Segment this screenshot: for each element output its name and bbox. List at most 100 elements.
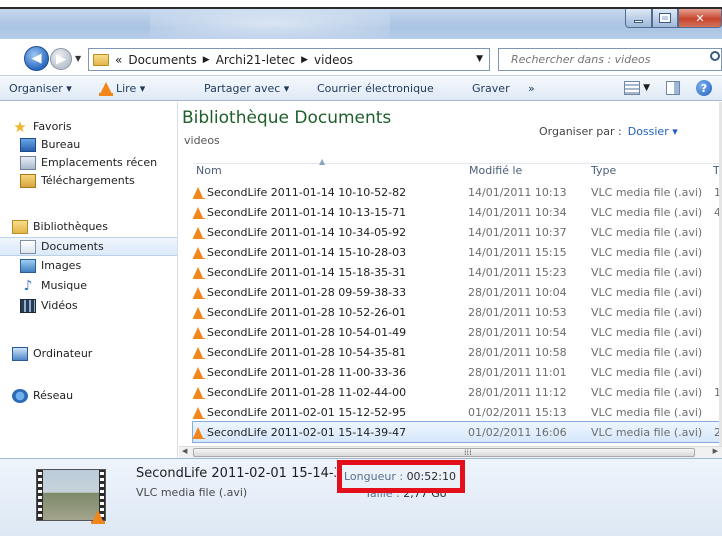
nav-videos[interactable]: Vidéos	[20, 296, 177, 315]
file-name: SecondLife 2011-01-28 11-00-33-36	[207, 365, 407, 379]
email-button[interactable]: Courrier électronique	[317, 82, 434, 95]
table-row[interactable]: SecondLife 2011-01-14 10-13-15-71 14/01/2…	[193, 202, 722, 222]
screen-top-strip	[0, 0, 722, 7]
back-button[interactable]: ◀	[24, 46, 49, 71]
file-name: SecondLife 2011-01-14 15-18-35-31	[207, 265, 407, 279]
file-name: SecondLife 2011-01-14 10-34-05-92	[207, 225, 407, 239]
nav-label: Favoris	[33, 120, 72, 133]
nav-libraries[interactable]: Bibliothèques	[12, 217, 177, 236]
documents-icon	[20, 239, 36, 254]
file-name-cell: SecondLife 2011-01-14 15-18-35-31	[193, 266, 468, 279]
nav-network[interactable]: Réseau	[12, 386, 177, 405]
nav-label: Bureau	[41, 138, 81, 151]
breadcrumb-archi21[interactable]: Archi21-letec	[216, 53, 295, 67]
table-row[interactable]: SecondLife 2011-01-28 10-54-35-81 28/01/2…	[193, 342, 722, 362]
scroll-right-icon[interactable]: ▶	[713, 447, 718, 455]
column-header-name[interactable]: Nom	[196, 164, 222, 182]
address-dropdown-icon[interactable]: ▼	[476, 54, 483, 64]
file-name-cell: SecondLife 2011-01-28 11-00-33-36	[193, 366, 468, 379]
vlc-overlay-icon	[91, 509, 107, 524]
table-row[interactable]: SecondLife 2011-01-28 11-02-44-00 28/01/2…	[193, 382, 722, 402]
search-icon[interactable]	[710, 51, 720, 61]
play-menu[interactable]: Lire ▾	[99, 82, 145, 96]
vlc-file-icon	[193, 326, 205, 339]
chevron-right-icon[interactable]: ▶	[203, 55, 210, 65]
horizontal-scrollbar[interactable]: ◀ ⁞⁞⁞ ▶	[179, 446, 722, 458]
table-row[interactable]: SecondLife 2011-02-01 15-12-52-95 01/02/2…	[193, 402, 722, 422]
computer-icon	[12, 346, 28, 361]
nav-images[interactable]: Images	[20, 256, 177, 275]
arrange-by-value: Dossier	[627, 125, 669, 138]
videos-icon	[20, 298, 36, 313]
film-perforation	[38, 472, 42, 520]
recent-pages-dropdown[interactable]: ▼	[75, 54, 81, 63]
change-view-button[interactable]: ▼	[624, 81, 650, 95]
share-menu[interactable]: Partager avec ▾	[204, 82, 289, 95]
file-name: SecondLife 2011-01-28 09-59-38-33	[207, 285, 407, 299]
desktop-icon	[20, 137, 36, 152]
file-type: VLC media file (.avi)	[591, 425, 703, 439]
table-row[interactable]: SecondLife 2011-01-28 10-52-26-01 28/01/2…	[193, 302, 722, 322]
nav-label: Vidéos	[41, 299, 78, 312]
nav-downloads[interactable]: Téléchargements	[20, 171, 177, 190]
maximize-button[interactable]	[652, 9, 678, 28]
file-type: VLC media file (.avi)	[591, 245, 703, 259]
nav-desktop[interactable]: Bureau	[20, 135, 177, 154]
address-bar[interactable]: « Documents ▶ Archi21-letec ▶ videos ▼	[88, 48, 490, 71]
folder-icon	[93, 53, 109, 66]
nav-computer[interactable]: Ordinateur	[12, 344, 177, 363]
breadcrumb-overflow[interactable]: «	[115, 53, 122, 67]
header-divider	[193, 163, 722, 164]
chevron-down-icon: ▼	[643, 83, 650, 93]
vlc-file-icon	[193, 186, 205, 199]
preview-pane-icon[interactable]	[666, 81, 680, 95]
table-row[interactable]: SecondLife 2011-01-28 09-59-38-33 28/01/2…	[193, 282, 722, 302]
more-commands-button[interactable]: »	[528, 82, 535, 95]
navigation-pane: ★ Favoris Bureau Emplacements récen Téléc…	[0, 102, 178, 458]
organize-menu[interactable]: Organiser ▾	[9, 82, 72, 95]
vlc-icon	[99, 82, 113, 96]
file-list: SecondLife 2011-01-14 10-10-52-82 14/01/2…	[192, 182, 722, 458]
libraries-icon	[12, 219, 28, 234]
forward-button[interactable]: ▶	[50, 48, 72, 70]
burn-button[interactable]: Graver	[472, 82, 510, 95]
table-row[interactable]: SecondLife 2011-01-14 10-34-05-92 14/01/2…	[193, 222, 722, 242]
file-name-cell: SecondLife 2011-01-14 10-10-52-82	[193, 186, 468, 199]
file-type: VLC media file (.avi)	[591, 205, 703, 219]
table-row[interactable]: SecondLife 2011-01-14 15-18-35-31 14/01/2…	[193, 262, 722, 282]
column-header-type[interactable]: Type	[591, 164, 616, 182]
minimize-button[interactable]	[625, 9, 652, 28]
column-header-modified[interactable]: Modifié le	[469, 164, 522, 182]
nav-documents[interactable]: Documents	[0, 237, 177, 256]
images-icon	[20, 258, 36, 273]
file-name-cell: SecondLife 2011-01-28 10-54-35-81	[193, 346, 468, 359]
nav-recent-places[interactable]: Emplacements récen	[20, 153, 177, 172]
arrange-by-dropdown[interactable]: Dossier ▾	[628, 125, 678, 138]
table-row[interactable]: SecondLife 2011-02-01 15-14-39-47 01/02/2…	[192, 421, 722, 443]
library-subtitle: videos	[184, 134, 220, 147]
thumbnail-image	[43, 470, 99, 520]
arrange-by: Organiser par : Dossier ▾	[539, 125, 678, 138]
vlc-file-icon	[193, 386, 205, 399]
breadcrumb-videos[interactable]: videos	[314, 53, 353, 67]
file-modified: 14/01/2011 15:23	[468, 265, 567, 279]
table-row[interactable]: SecondLife 2011-01-28 11-00-33-36 28/01/2…	[193, 362, 722, 382]
table-row[interactable]: SecondLife 2011-01-28 10-54-01-49 28/01/2…	[193, 322, 722, 342]
chevron-right-icon[interactable]: ▶	[301, 55, 308, 65]
file-type: VLC media file (.avi)	[591, 185, 703, 199]
table-row[interactable]: SecondLife 2011-01-14 10-10-52-82 14/01/2…	[193, 182, 722, 202]
file-name: SecondLife 2011-01-28 10-54-35-81	[207, 345, 407, 359]
search-input[interactable]	[498, 48, 722, 71]
arrange-by-label: Organiser par :	[539, 125, 622, 138]
help-icon[interactable]: ?	[696, 80, 712, 96]
scroll-left-icon[interactable]: ◀	[182, 447, 187, 455]
nav-favorites[interactable]: ★ Favoris	[12, 117, 177, 136]
file-name: SecondLife 2011-01-14 10-10-52-82	[207, 185, 407, 199]
scrollbar-thumb[interactable]	[193, 448, 695, 457]
file-modified: 14/01/2011 10:34	[468, 205, 567, 219]
close-button[interactable]: ✕	[678, 9, 722, 28]
breadcrumb-documents[interactable]: Documents	[128, 53, 196, 67]
table-row[interactable]: SecondLife 2011-01-14 15-10-28-03 14/01/2…	[193, 242, 722, 262]
arrow-left-icon: ◀	[31, 51, 42, 66]
nav-music[interactable]: ♪ Musique	[20, 276, 177, 295]
